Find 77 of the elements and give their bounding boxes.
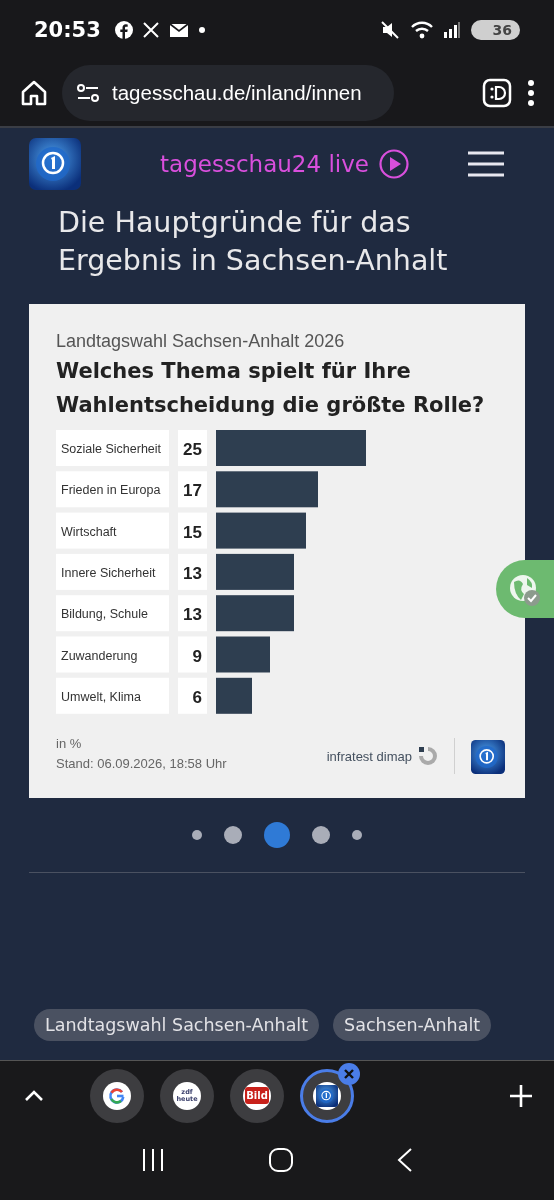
value-label: 15	[178, 512, 207, 549]
data-label: 9	[192, 646, 202, 666]
home-button-icon[interactable]	[268, 1147, 294, 1173]
article-title: Die Hauptgründe für das Ergebnis in Sachsen-Anhalt	[58, 205, 449, 279]
category-label: Soziale Sicherheit	[56, 430, 169, 466]
dot-icon	[198, 27, 205, 33]
y-tick-label: Frieden in Europa	[61, 483, 161, 498]
translate-globe-button[interactable]	[496, 560, 554, 618]
tab-button[interactable]: Bild	[230, 1068, 284, 1123]
unit-note: in %	[56, 735, 83, 753]
category-label: Bildung, Schule	[56, 595, 169, 632]
battery-indicator: 36	[470, 20, 520, 40]
google-logo-icon	[103, 1081, 131, 1110]
carousel-dot[interactable]	[312, 826, 330, 844]
live-link[interactable]: tagesschau24 live	[160, 151, 369, 177]
y-tick-label: Umwelt, Klima	[61, 689, 141, 704]
tagesschau-logo-icon	[471, 740, 505, 774]
back-icon[interactable]	[396, 1148, 413, 1172]
site-settings-icon[interactable]	[76, 83, 100, 103]
plus-icon[interactable]	[510, 1084, 532, 1107]
chart-question: Welches Thema spielt für Ihre Wahlentscheidung die größte Rolle?	[56, 358, 486, 419]
tab-button[interactable]	[300, 1068, 354, 1123]
signal-icon	[442, 21, 461, 39]
data-label: 15	[183, 522, 202, 542]
source-label: infratest dimap	[326, 748, 412, 764]
y-tick-label: Soziale Sicherheit	[61, 442, 162, 456]
carousel-dot[interactable]	[192, 830, 202, 840]
chart-subtitle: Landtagswahl Sachsen-Anhalt 2026	[56, 331, 346, 352]
close-icon[interactable]	[338, 1062, 360, 1085]
data-label: 6	[192, 687, 202, 707]
mail-icon	[168, 22, 189, 38]
x-logo-icon	[142, 22, 159, 38]
value-label: 9	[178, 636, 207, 673]
topic-tag[interactable]: Landtagswahl Sachsen-Anhalt	[34, 1009, 320, 1041]
bar	[216, 677, 252, 714]
desktop-mode-icon[interactable]	[482, 78, 512, 108]
topic-tag[interactable]: Sachsen-Anhalt	[333, 1009, 492, 1041]
value-label: 25	[178, 430, 207, 466]
recent-apps-icon[interactable]	[141, 1148, 166, 1172]
y-tick-label: Zuwanderung	[61, 648, 138, 663]
mute-icon	[380, 21, 401, 39]
clock: 20:53	[34, 18, 101, 42]
category-label: Frieden in Europa	[56, 471, 169, 508]
carousel-dot[interactable]	[352, 830, 362, 840]
play-icon[interactable]	[378, 149, 409, 179]
infratest-logo-icon	[418, 746, 438, 766]
menu-icon[interactable]	[468, 151, 504, 177]
carousel-dot[interactable]	[224, 826, 242, 844]
address-bar[interactable]: tagesschau.de/inland/innen	[62, 65, 394, 121]
value-label: 17	[178, 471, 207, 508]
value-label: 6	[178, 677, 207, 714]
chevron-up-icon[interactable]	[24, 1089, 44, 1102]
data-label: 13	[183, 605, 202, 625]
data-label: 17	[183, 481, 202, 501]
y-tick-label: Wirtschaft	[61, 524, 118, 539]
tagesschau-logo-icon	[29, 138, 81, 190]
more-menu-icon[interactable]	[526, 79, 536, 107]
carousel-dot[interactable]	[264, 822, 290, 848]
date-note: Stand: 06.09.2026, 18:58 Uhr	[56, 755, 228, 773]
tagesschau-logo-icon	[316, 1084, 338, 1107]
category-label: Umwelt, Klima	[56, 677, 169, 714]
value-label: 13	[178, 595, 207, 632]
wifi-icon	[410, 21, 433, 39]
value-label: 13	[178, 553, 207, 590]
y-tick-label: Bildung, Schule	[61, 607, 148, 622]
category-label: Zuwanderung	[56, 636, 169, 673]
home-icon[interactable]	[20, 79, 48, 107]
data-label: 13	[183, 563, 202, 583]
category-label: Wirtschaft	[56, 512, 169, 549]
url-text: tagesschau.de/inland/innen	[112, 81, 362, 105]
y-tick-label: Innere Sicherheit	[61, 565, 157, 580]
facebook-icon	[114, 21, 133, 39]
bar	[216, 636, 270, 673]
tab-button[interactable]	[90, 1068, 144, 1123]
category-label: Innere Sicherheit	[56, 553, 169, 590]
data-label: 25	[183, 440, 202, 459]
bild-logo: Bild	[243, 1081, 271, 1110]
